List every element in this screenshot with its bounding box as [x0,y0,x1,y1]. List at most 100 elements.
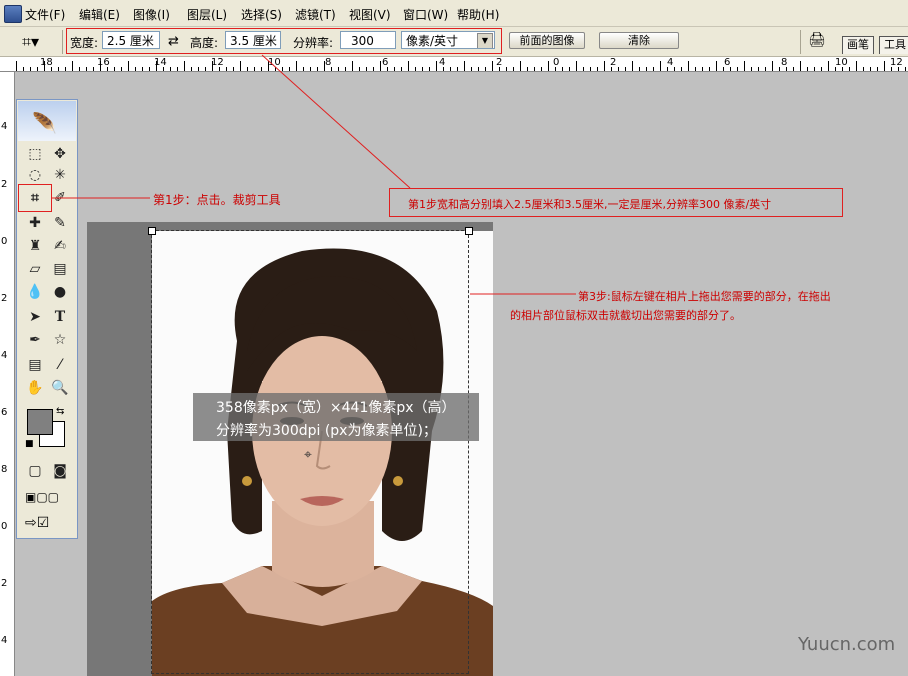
ruler-tick [422,67,423,71]
ruler-tick [618,67,619,71]
ruler-tick [737,67,738,71]
photo-resolution-text: 分辨率为300dpi (px为像素单位)； [216,423,437,439]
ruler-tick [156,61,157,71]
swap-colors-icon[interactable]: ⇆ [56,406,64,417]
menu-file[interactable]: 文件(F) [25,6,65,23]
clone-stamp-tool-icon[interactable]: ♜ [25,237,45,255]
screen-mode-icons[interactable]: ▣▢▢ [25,490,59,504]
annotation-step3-line2: 的相片部位鼠标双击就截切出您需要的部分了。 [510,309,741,322]
ruler-tick [569,67,570,71]
history-brush-tool-icon[interactable]: ✍ [50,237,70,255]
clear-button[interactable]: 清除 [599,32,679,49]
type-tool-icon[interactable]: T [50,308,70,326]
ruler-tick [268,61,269,71]
ruler-tick [23,67,24,71]
menu-layer[interactable]: 图层(L) [187,6,227,23]
ruler-tick [884,61,885,71]
ruler-tick [352,61,353,71]
ruler-tick [219,67,220,71]
crop-handle[interactable] [465,227,473,235]
ruler-tick [758,67,759,71]
ruler-label: 2 [1,179,8,190]
resolution-unit-value: 像素/英寸 [406,34,459,48]
toolbox-header[interactable]: 🪶 [18,101,76,141]
ruler-tick [163,67,164,71]
path-selection-tool-icon[interactable]: ➤ [25,308,45,326]
ruler-tick [779,67,780,71]
ruler-tick [590,67,591,71]
custom-shape-tool-icon[interactable]: ☆ [50,331,70,349]
resolution-input[interactable]: 300 [340,31,396,49]
healing-brush-tool-icon[interactable]: ✚ [25,214,45,232]
crop-handle[interactable] [148,227,156,235]
default-colors-icon[interactable]: ■ [25,439,34,449]
ruler-tick [191,67,192,71]
menu-image[interactable]: 图像(I) [133,6,170,23]
menu-window[interactable]: 窗口(W) [403,6,448,23]
eraser-tool-icon[interactable]: ▱ [25,260,45,278]
move-tool-icon[interactable]: ✥ [50,145,70,163]
ruler-label: 4 [1,350,8,361]
zoom-tool-icon[interactable]: 🔍 [50,379,70,397]
ruler-tick [835,67,836,71]
ruler-tick [688,61,689,71]
width-input[interactable]: 2.5 厘米 [102,31,160,49]
ruler-tick [800,61,801,71]
ruler-tick [86,67,87,71]
ruler-tick [793,67,794,71]
tab-brushes[interactable]: 画笔 [842,36,874,54]
ruler-tick [51,67,52,71]
menu-help[interactable]: 帮助(H) [457,6,499,23]
magic-wand-tool-icon[interactable]: ✳ [50,166,70,184]
ruler-tick [205,67,206,71]
menu-view[interactable]: 视图(V) [349,6,391,23]
tab-tools[interactable]: 工具 [879,36,908,54]
chevron-down-icon[interactable]: ▼ [477,33,493,48]
ruler-tick [317,67,318,71]
ruler-tick [541,67,542,71]
menu-select[interactable]: 选择(S) [241,6,282,23]
ruler-tick [233,67,234,71]
foreground-color-swatch[interactable] [27,409,53,435]
quick-mask-mode-icon[interactable]: ◙ [50,462,70,480]
ruler-tick [394,67,395,71]
blur-tool-icon[interactable]: 💧 [25,283,45,301]
ruler-tick [576,61,577,71]
ruler-tick [478,67,479,71]
height-input[interactable]: 3.5 厘米 [225,31,281,49]
menu-edit[interactable]: 编辑(E) [79,6,120,23]
ruler-tick [121,67,122,71]
crop-tool-preset-icon[interactable]: ⌗▾ [22,32,52,52]
brush-tool-icon[interactable]: ✎ [50,214,70,232]
gradient-tool-icon[interactable]: ▤ [50,260,70,278]
ruler-tick [366,67,367,71]
jump-to-imageready-icon[interactable]: ⇨☑ [25,515,49,531]
horizontal-ruler: 18 16 14 12 10 8 6 4 2 0 2 4 6 8 10 12 [0,57,908,72]
palette-well-icon[interactable]: 🖨 [808,32,828,50]
eyedropper-tool-icon[interactable]: ⁄ [50,356,70,374]
standard-mode-icon[interactable]: ▢ [25,462,45,480]
ruler-tick [492,61,493,71]
ruler-tick [282,67,283,71]
ruler-tick [709,67,710,71]
ruler-tick [16,61,17,71]
menu-filter[interactable]: 滤镜(T) [295,6,336,23]
ruler-tick [527,67,528,71]
resolution-unit-select[interactable]: 像素/英寸 ▼ [401,31,495,49]
dodge-tool-icon[interactable]: ● [50,283,70,301]
notes-tool-icon[interactable]: ▤ [25,356,45,374]
annotation-step3-line1: 第3步:鼠标左键在相片上拖出您需要的部分，在拖出 [578,290,831,303]
ruler-tick [548,61,549,71]
feather-icon: 🪶 [32,111,57,135]
swap-dimensions-icon[interactable]: ⇄ [168,34,179,49]
ruler-tick [401,67,402,71]
marquee-tool-icon[interactable]: ⬚ [25,145,45,163]
ruler-tick [625,67,626,71]
slice-tool-icon[interactable]: ✐ [50,189,70,207]
ruler-tick [730,67,731,71]
hand-tool-icon[interactable]: ✋ [25,379,45,397]
ruler-tick [681,67,682,71]
lasso-tool-icon[interactable]: ◌ [25,166,45,184]
pen-tool-icon[interactable]: ✒ [25,331,45,349]
front-image-button[interactable]: 前面的图像 [509,32,585,49]
